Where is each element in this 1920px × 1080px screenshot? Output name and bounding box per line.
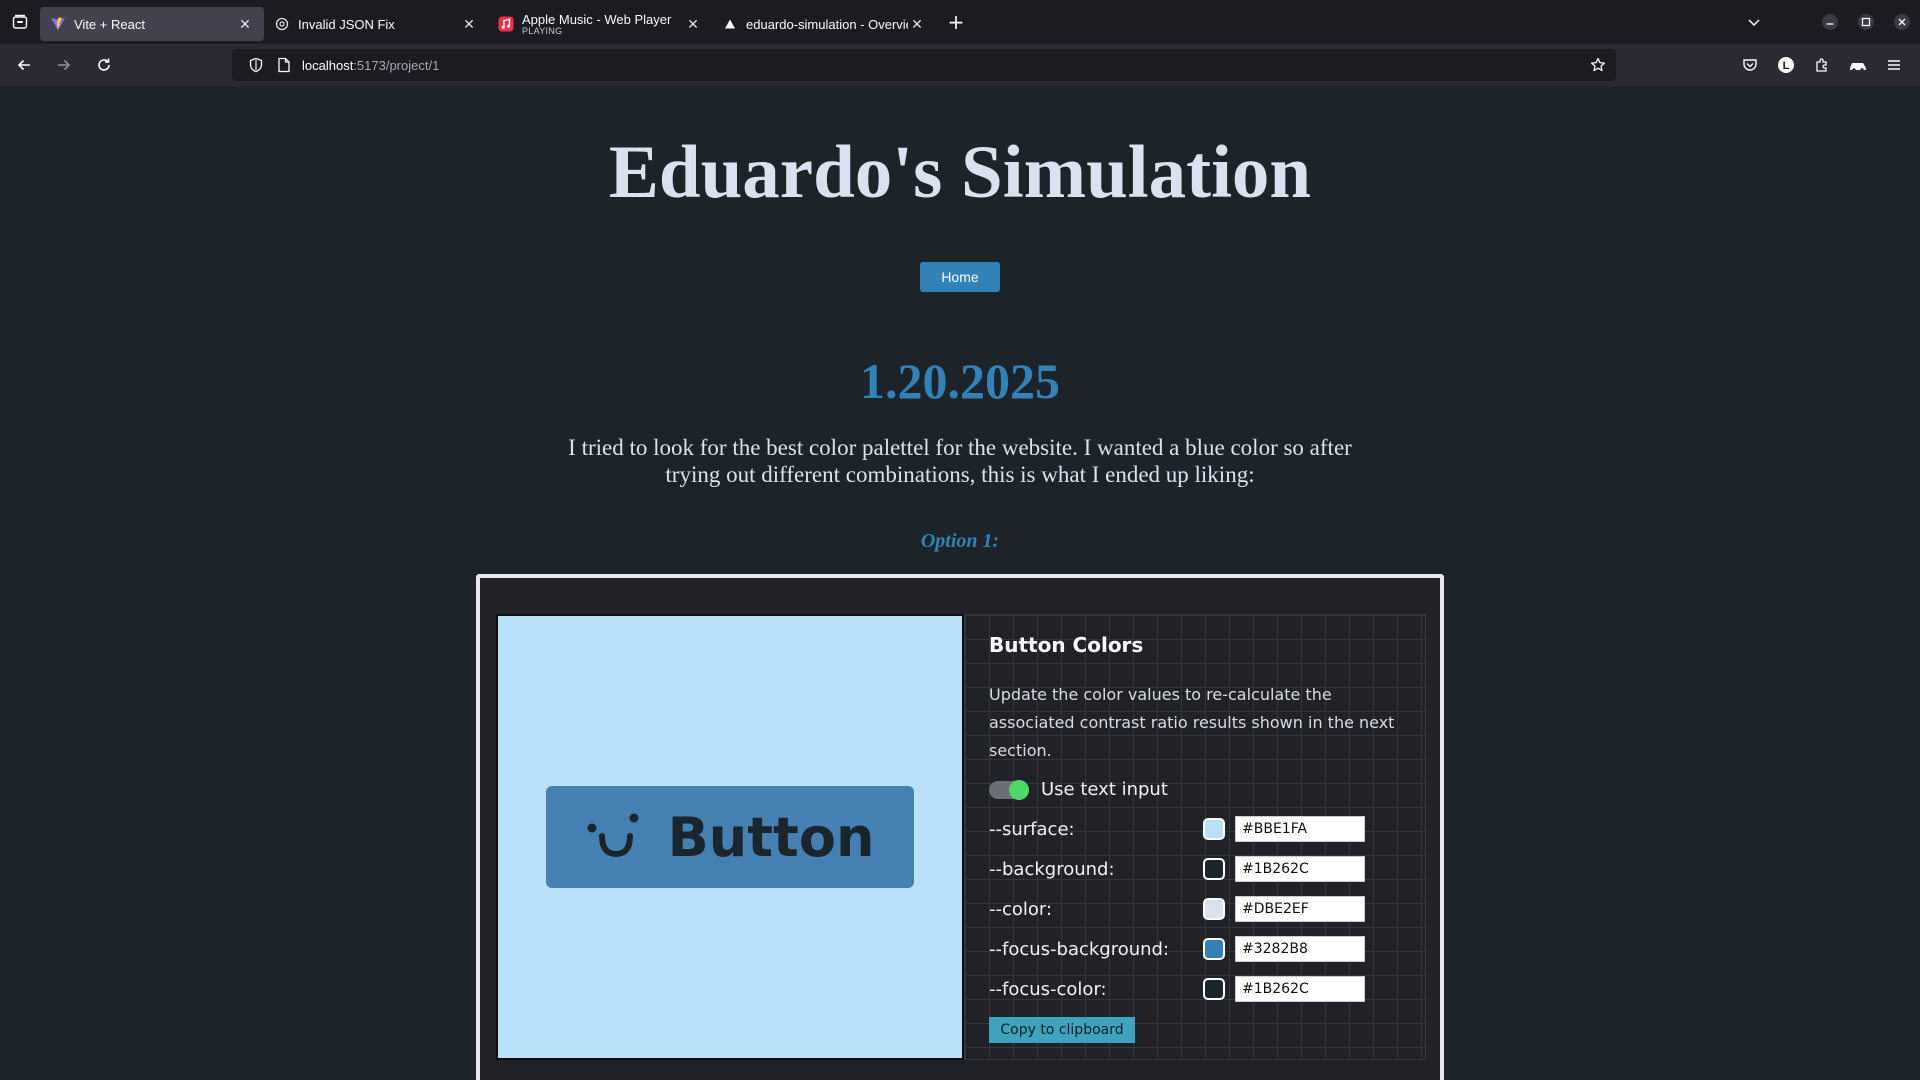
tab-title: Vite + React — [74, 17, 145, 31]
navigation-bar: localhost:5173/project/1 L — [0, 44, 1920, 86]
url-path: :5173/project/1 — [353, 57, 440, 73]
address-bar[interactable]: localhost:5173/project/1 — [232, 49, 1616, 81]
demo-button-label: Button — [667, 805, 875, 869]
close-tab-icon[interactable]: ✕ — [236, 15, 254, 33]
svg-text:L: L — [1783, 60, 1790, 72]
page-content: Eduardo's Simulation Home 1.20.2025 I tr… — [0, 86, 1920, 1080]
color-hex-input[interactable] — [1235, 856, 1365, 882]
close-tab-icon[interactable]: ✕ — [460, 15, 478, 33]
tab-title: Invalid JSON Fix — [298, 17, 395, 31]
new-tab-button[interactable]: + — [940, 6, 972, 38]
copy-to-clipboard-button[interactable]: Copy to clipboard — [989, 1017, 1135, 1043]
color-row-surface: --surface: — [989, 815, 1409, 843]
color-row-color: --color: — [989, 895, 1409, 923]
color-swatch-picker[interactable] — [1203, 938, 1225, 960]
color-variable-label: --focus-background: — [989, 938, 1170, 960]
home-button[interactable]: Home — [920, 262, 1000, 292]
back-arrow-icon[interactable] — [6, 47, 42, 83]
bookmark-star-icon[interactable] — [1586, 53, 1610, 77]
color-row-focus-background: --focus-background: — [989, 935, 1409, 963]
tab-title: eduardo-simulation - Overview - — [746, 17, 908, 31]
tab-invalid-json-fix[interactable]: Invalid JSON Fix ✕ — [264, 7, 488, 41]
list-all-tabs-icon[interactable] — [1736, 0, 1772, 44]
demo-button[interactable]: Button — [546, 786, 914, 888]
tab-vite-react[interactable]: Vite + React ✕ — [40, 7, 264, 41]
account-avatar-icon[interactable]: L — [1768, 47, 1804, 83]
text-input-toggle-row: Use text input — [989, 779, 1168, 800]
chatgpt-icon — [274, 16, 290, 32]
extensions-puzzle-icon[interactable] — [1804, 47, 1840, 83]
intro-paragraph: I tried to look for the best color palet… — [568, 435, 1352, 487]
color-swatch-picker[interactable] — [1203, 978, 1225, 1000]
panel-description: Update the color values to re-calculate … — [989, 685, 1395, 760]
color-swatch-picker[interactable] — [1203, 898, 1225, 920]
color-hex-input[interactable] — [1235, 936, 1365, 962]
color-row-focus-color: --focus-color: — [989, 975, 1409, 1003]
maximize-icon[interactable] — [1848, 0, 1884, 44]
page-info-icon[interactable] — [270, 49, 298, 81]
color-hex-input[interactable] — [1235, 976, 1365, 1002]
color-variable-label: --background: — [989, 858, 1115, 880]
color-variable-label: --surface: — [989, 818, 1075, 840]
color-swatch-picker[interactable] — [1203, 858, 1225, 880]
button-preview-area: Button — [496, 614, 964, 1060]
option-heading: Option 1: — [920, 530, 1000, 552]
close-window-icon[interactable] — [1884, 0, 1920, 44]
apple-music-icon — [498, 16, 514, 32]
pocket-icon[interactable] — [1732, 47, 1768, 83]
vite-icon — [50, 16, 66, 32]
color-hex-input[interactable] — [1235, 896, 1365, 922]
tab-apple-music[interactable]: Apple Music - Web Player PLAYING ✕ — [488, 7, 712, 41]
app-menu-hamburger-icon[interactable] — [1876, 47, 1912, 83]
smile-icon — [587, 813, 639, 858]
reload-icon[interactable] — [86, 47, 122, 83]
color-variable-label: --focus-color: — [989, 978, 1107, 1000]
post-date-heading: 1.20.2025 — [860, 353, 1060, 409]
tracking-protection-shield-icon[interactable] — [242, 49, 270, 81]
tab-overview-icon[interactable] — [0, 0, 40, 44]
minimize-icon[interactable] — [1812, 0, 1848, 44]
url-host: localhost — [302, 57, 354, 73]
panel-title: Button Colors — [989, 633, 1144, 657]
tab-eduardo-simulation-overview[interactable]: eduardo-simulation - Overview - ✕ — [712, 7, 936, 41]
color-row-background: --background: — [989, 855, 1409, 883]
color-variable-label: --color: — [989, 898, 1053, 920]
extension-car-icon[interactable] — [1840, 47, 1876, 83]
toggle-label: Use text input — [1041, 779, 1168, 800]
toggle-knob — [1009, 779, 1029, 800]
url-text: localhost:5173/project/1 — [302, 58, 439, 73]
tab-bar: Vite + React ✕ Invalid JSON Fix ✕ Apple … — [0, 0, 1920, 44]
button-colors-panel: Button Colors Update the color values to… — [964, 614, 1426, 1060]
color-swatch-picker[interactable] — [1203, 818, 1225, 840]
color-demo-frame: Button Button Colors Update the color va… — [476, 574, 1444, 1080]
vercel-icon — [722, 16, 738, 32]
tab-playing-label: PLAYING — [522, 25, 563, 36]
page-title: Eduardo's Simulation — [608, 131, 1312, 214]
color-hex-input[interactable] — [1235, 816, 1365, 842]
forward-arrow-icon[interactable] — [46, 47, 82, 83]
tab-title: Apple Music - Web Player — [522, 12, 672, 27]
use-text-input-toggle[interactable] — [989, 779, 1029, 800]
close-tab-icon[interactable]: ✕ — [908, 15, 926, 33]
close-tab-icon[interactable]: ✕ — [684, 15, 702, 33]
